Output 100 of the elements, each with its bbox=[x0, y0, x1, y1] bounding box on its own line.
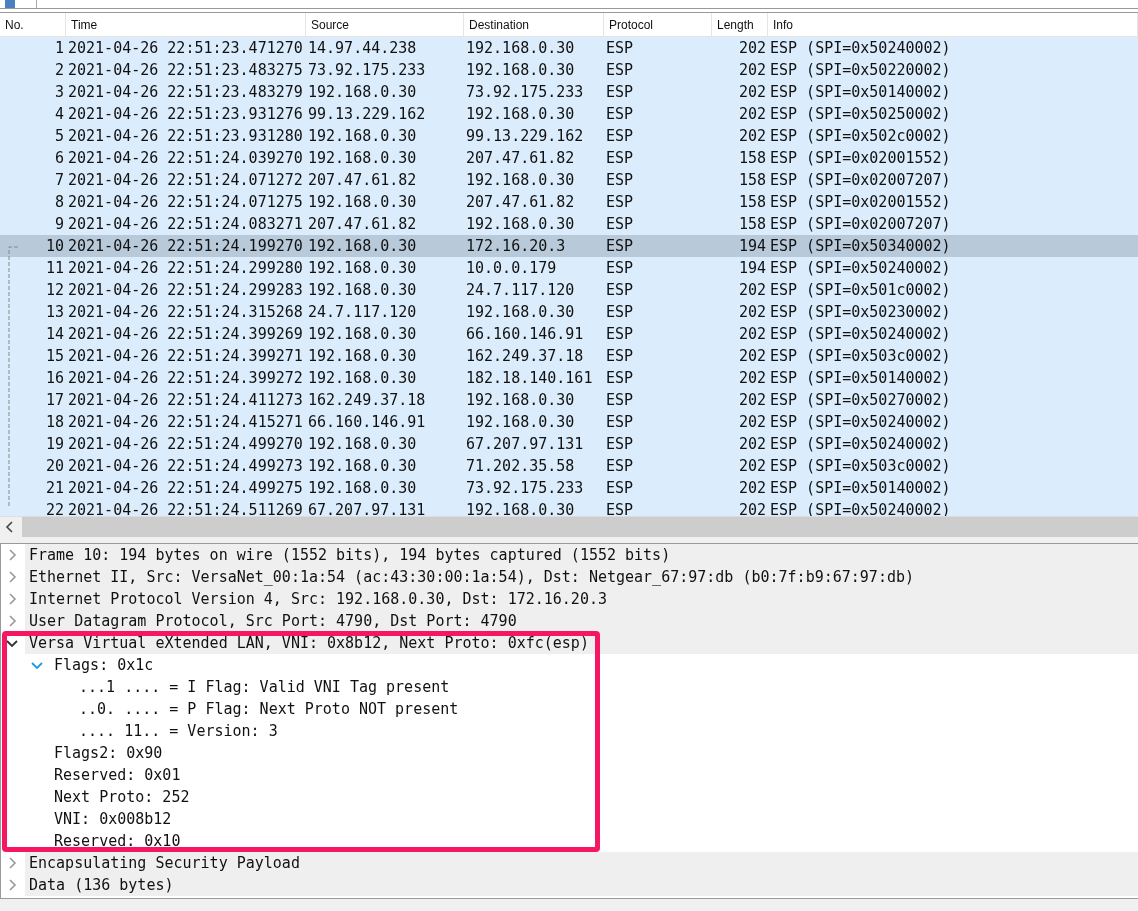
column-header[interactable]: Destination bbox=[464, 13, 604, 36]
table-cell-text: 192.168.0.30 bbox=[307, 434, 418, 455]
table-cell-text: 202 bbox=[737, 346, 767, 367]
table-cell-text: 19 bbox=[44, 434, 65, 455]
packet-row[interactable]: 6 2021-04-26 22:51:24.039270 192.168.0.30 207.47.61.82 ESP 158 ESP (SPI=0x02001552) bbox=[0, 147, 1138, 169]
packet-row[interactable]: 12 2021-04-26 22:51:24.299283 192.168.0.30 24.7.117.120 ESP 202 ESP (SPI=0x501c0002) bbox=[0, 279, 1138, 301]
table-cell-text: 2021-04-26 22:51:24.299280 bbox=[67, 258, 304, 279]
table-cell-text: ESP bbox=[605, 456, 635, 477]
tree-item[interactable]: Versa Virtual eXtended LAN, VNI: 0x8b12, Next Proto: 0xfc(esp) bbox=[25, 632, 1138, 654]
table-cell-text: 192.168.0.30 bbox=[307, 324, 418, 345]
table-cell-text: 8 bbox=[53, 192, 65, 213]
packet-row[interactable]: 17 2021-04-26 22:51:24.411273 162.249.37.18 192.168.0.30 ESP 202 ESP (SPI=0x50270002) bbox=[0, 389, 1138, 411]
packet-row[interactable]: 15 2021-04-26 22:51:24.399271 192.168.0.30 162.249.37.18 ESP 202 ESP (SPI=0x503c0002) bbox=[0, 345, 1138, 367]
packet-row[interactable]: 10 2021-04-26 22:51:24.199270 192.168.0.30 172.16.20.3 ESP 194 ESP (SPI=0x50340002) bbox=[0, 235, 1138, 257]
packet-row[interactable]: 1 2021-04-26 22:51:23.471270 14.97.44.238 192.168.0.30 ESP 202 ESP (SPI=0x50240002) bbox=[0, 37, 1138, 59]
table-cell-text: ESP bbox=[605, 214, 635, 235]
table-cell-text: 194 bbox=[737, 258, 767, 279]
packet-row[interactable]: 19 2021-04-26 22:51:24.499270 192.168.0.30 67.207.97.131 ESP 202 ESP (SPI=0x50240002) bbox=[0, 433, 1138, 455]
packet-row[interactable]: 9 2021-04-26 22:51:24.083271 207.47.61.82 192.168.0.30 ESP 158 ESP (SPI=0x02007207) bbox=[0, 213, 1138, 235]
table-cell-text: 24.7.117.120 bbox=[307, 302, 418, 323]
table-cell-text: 207.47.61.82 bbox=[465, 148, 576, 169]
table-cell-text: ESP (SPI=0x50220002) bbox=[769, 60, 952, 81]
table-cell-text: 11 bbox=[44, 258, 65, 279]
table-cell-text: ESP bbox=[605, 126, 635, 147]
table-cell-text: 202 bbox=[737, 60, 767, 81]
table-cell-text: 202 bbox=[737, 390, 767, 411]
table-cell-text: ESP bbox=[605, 82, 635, 103]
table-cell-text: 2021-04-26 22:51:24.499273 bbox=[67, 456, 304, 477]
table-cell-text: ESP (SPI=0x50140002) bbox=[769, 478, 952, 499]
table-cell-text: 2021-04-26 22:51:24.399271 bbox=[67, 346, 304, 367]
packet-row[interactable]: 16 2021-04-26 22:51:24.399272 192.168.0.30 182.18.140.161 ESP 202 ESP (SPI=0x50140002) bbox=[0, 367, 1138, 389]
table-cell-text: 162.249.37.18 bbox=[465, 346, 585, 367]
table-cell-text: ESP (SPI=0x50240002) bbox=[769, 38, 952, 59]
table-cell-text: ESP (SPI=0x503c0002) bbox=[769, 456, 952, 477]
bookmark-icon[interactable] bbox=[4, 0, 16, 8]
tree-item[interactable]: VNI: 0x008b12 bbox=[50, 808, 172, 830]
packet-row[interactable]: 21 2021-04-26 22:51:24.499275 192.168.0.30 73.92.175.233 ESP 202 ESP (SPI=0x50140002) bbox=[0, 477, 1138, 499]
table-cell-text: 99.13.229.162 bbox=[465, 126, 585, 147]
table-cell-text: ESP bbox=[605, 280, 635, 301]
packet-row[interactable]: 11 2021-04-26 22:51:24.299280 192.168.0.30 10.0.0.179 ESP 194 ESP (SPI=0x50240002) bbox=[0, 257, 1138, 279]
column-header[interactable]: No. bbox=[0, 13, 66, 36]
table-cell-text: 2021-04-26 22:51:24.071275 bbox=[67, 192, 304, 213]
table-cell-text: ESP (SPI=0x02007207) bbox=[769, 170, 952, 191]
column-header[interactable]: Info bbox=[768, 13, 1138, 36]
table-cell-text: 2021-04-26 22:51:24.039270 bbox=[67, 148, 304, 169]
table-cell-text: 10 bbox=[44, 236, 65, 257]
table-cell-text: 202 bbox=[737, 456, 767, 477]
column-header[interactable]: Source bbox=[306, 13, 464, 36]
column-header[interactable]: Length bbox=[712, 13, 768, 36]
table-cell-text: 192.168.0.30 bbox=[465, 412, 576, 433]
table-cell-text: 2021-04-26 22:51:23.483275 bbox=[67, 60, 304, 81]
table-cell-text: ESP (SPI=0x50240002) bbox=[769, 412, 952, 433]
packet-row[interactable]: 2 2021-04-26 22:51:23.483275 73.92.175.233 192.168.0.30 ESP 202 ESP (SPI=0x50220002) bbox=[0, 59, 1138, 81]
table-cell-text: 2021-04-26 22:51:24.411273 bbox=[67, 390, 304, 411]
table-cell-text: 2021-04-26 22:51:23.931280 bbox=[67, 126, 304, 147]
table-cell-text: ESP bbox=[605, 104, 635, 125]
table-cell-text: ESP (SPI=0x50240002) bbox=[769, 434, 952, 455]
tree-item[interactable]: Flags: 0x1c bbox=[50, 654, 154, 676]
table-cell-text: 2021-04-26 22:51:24.315268 bbox=[67, 302, 304, 323]
tree-item[interactable]: Flags2: 0x90 bbox=[50, 742, 163, 764]
table-cell-text: ESP (SPI=0x50240002) bbox=[769, 258, 952, 279]
packet-row[interactable]: 3 2021-04-26 22:51:23.483279 192.168.0.30 73.92.175.233 ESP 202 ESP (SPI=0x50140002) bbox=[0, 81, 1138, 103]
packet-row[interactable]: 14 2021-04-26 22:51:24.399269 192.168.0.30 66.160.146.91 ESP 202 ESP (SPI=0x50240002) bbox=[0, 323, 1138, 345]
table-cell-text: 18 bbox=[44, 412, 65, 433]
table-cell-text: ESP bbox=[605, 192, 635, 213]
table-cell-text: 2 bbox=[53, 60, 65, 81]
packet-row[interactable]: 4 2021-04-26 22:51:23.931276 99.13.229.162 192.168.0.30 ESP 202 ESP (SPI=0x50250002) bbox=[0, 103, 1138, 125]
table-cell-text: 67.207.97.131 bbox=[307, 500, 427, 516]
packet-row[interactable]: 20 2021-04-26 22:51:24.499273 192.168.0.30 71.202.35.58 ESP 202 ESP (SPI=0x503c0002) bbox=[0, 455, 1138, 477]
tree-item[interactable]: Ethernet II, Src: VersaNet_00:1a:54 (ac:43:30:00:1a:54), Dst: Netgear_67:97:db (b0:7f:b9:67:97:db) bbox=[25, 566, 1138, 588]
packet-row[interactable]: 13 2021-04-26 22:51:24.315268 24.7.117.120 192.168.0.30 ESP 202 ESP (SPI=0x50230002) bbox=[0, 301, 1138, 323]
tree-item[interactable]: .... 11.. = Version: 3 bbox=[75, 720, 278, 742]
table-cell-text: 2021-04-26 22:51:23.931276 bbox=[67, 104, 304, 125]
tree-item[interactable]: Reserved: 0x10 bbox=[50, 830, 181, 852]
tree-item[interactable]: User Datagram Protocol, Src Port: 4790, Dst Port: 4790 bbox=[25, 610, 1138, 632]
column-header[interactable]: Protocol bbox=[604, 13, 712, 36]
table-cell-text: ESP bbox=[605, 434, 635, 455]
tree-item[interactable]: Data (136 bytes) bbox=[25, 874, 1138, 896]
column-header[interactable]: Time bbox=[66, 13, 306, 36]
packet-row[interactable]: 5 2021-04-26 22:51:23.931280 192.168.0.30 99.13.229.162 ESP 202 ESP (SPI=0x502c0002) bbox=[0, 125, 1138, 147]
table-cell-text: 202 bbox=[737, 412, 767, 433]
table-cell-text: 10.0.0.179 bbox=[465, 258, 558, 279]
tree-item[interactable]: Reserved: 0x01 bbox=[50, 764, 181, 786]
packet-row[interactable]: 8 2021-04-26 22:51:24.071275 192.168.0.30 207.47.61.82 ESP 158 ESP (SPI=0x02001552) bbox=[0, 191, 1138, 213]
table-cell-text: 21 bbox=[44, 478, 65, 499]
table-cell-text: 9 bbox=[53, 214, 65, 235]
tree-item[interactable]: Encapsulating Security Payload bbox=[25, 852, 1138, 874]
table-cell-text: 3 bbox=[53, 82, 65, 103]
tree-item[interactable]: Frame 10: 194 bytes on wire (1552 bits), 194 bytes captured (1552 bits) bbox=[25, 544, 1138, 566]
table-cell-text: 14.97.44.238 bbox=[307, 38, 418, 59]
table-cell-text: 202 bbox=[737, 280, 767, 301]
tree-item[interactable]: ...1 .... = I Flag: Valid VNI Tag present bbox=[75, 676, 450, 698]
table-cell-text: 20 bbox=[44, 456, 65, 477]
tree-item[interactable]: Internet Protocol Version 4, Src: 192.168.0.30, Dst: 172.16.20.3 bbox=[25, 588, 1138, 610]
table-cell-text: ESP (SPI=0x503c0002) bbox=[769, 346, 952, 367]
scrollbar-thumb[interactable] bbox=[22, 517, 1138, 537]
packet-row[interactable]: 18 2021-04-26 22:51:24.415271 66.160.146.91 192.168.0.30 ESP 202 ESP (SPI=0x50240002) bbox=[0, 411, 1138, 433]
packet-row[interactable]: 7 2021-04-26 22:51:24.071272 207.47.61.82 192.168.0.30 ESP 158 ESP (SPI=0x02007207) bbox=[0, 169, 1138, 191]
tree-item[interactable]: Next Proto: 252 bbox=[50, 786, 190, 808]
tree-item[interactable]: ..0. .... = P Flag: Next Proto NOT present bbox=[75, 698, 459, 720]
